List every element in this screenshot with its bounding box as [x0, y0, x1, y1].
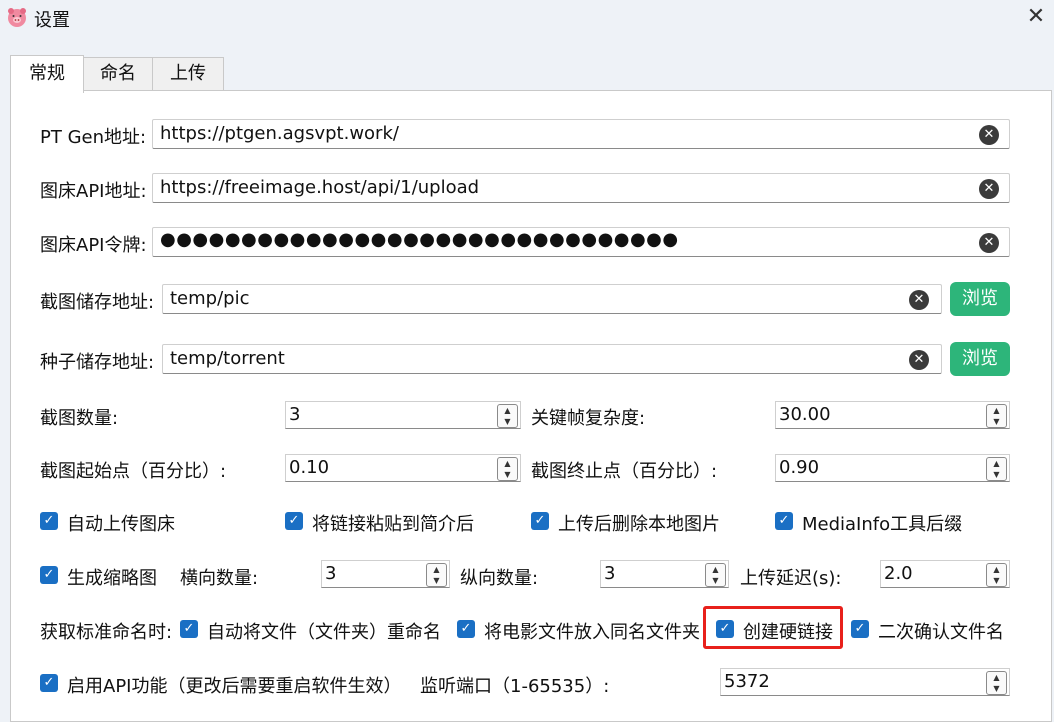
thumbnail-label: 生成缩略图 [67, 568, 157, 589]
delete-local-label: 上传后删除本地图片 [558, 514, 720, 535]
mediainfo-checkbox[interactable]: ✓ [775, 512, 793, 530]
clear-icon[interactable]: ✕ [979, 125, 999, 145]
enable-api-checkbox[interactable]: ✓ [40, 674, 58, 692]
spin-arrows: ▲ ▼ [426, 563, 447, 587]
screenshot-path-value: temp/pic [170, 288, 250, 309]
spin-down-icon[interactable]: ▼ [498, 416, 517, 427]
end-point-label: 截图终止点（百分比）: [531, 461, 718, 482]
confirm-name-checkbox[interactable]: ✓ [851, 620, 869, 638]
spin-arrows: ▲ ▼ [705, 563, 726, 587]
spin-down-icon[interactable]: ▼ [987, 416, 1006, 427]
spin-up-icon[interactable]: ▲ [498, 405, 517, 416]
start-point-value: 0.10 [289, 457, 330, 478]
spin-arrows: ▲ ▼ [986, 404, 1007, 428]
auto-upload-checkbox[interactable]: ✓ [40, 512, 58, 530]
horizontal-count-spinbox[interactable]: 3 ▲ ▼ [321, 560, 450, 588]
spin-down-icon[interactable]: ▼ [706, 575, 725, 586]
title-bar: 设置 ✕ [0, 0, 1054, 38]
spin-down-icon[interactable]: ▼ [498, 469, 517, 480]
horizontal-count-label: 横向数量: [180, 568, 259, 589]
screenshot-path-input[interactable]: temp/pic ✕ [162, 284, 942, 314]
auto-rename-label: 自动将文件（文件夹）重命名 [207, 622, 441, 643]
vertical-count-spinbox[interactable]: 3 ▲ ▼ [600, 560, 729, 588]
paste-link-label: 将链接粘贴到简介后 [312, 514, 474, 535]
spin-up-icon[interactable]: ▲ [706, 564, 725, 575]
confirm-name-label: 二次确认文件名 [878, 622, 1004, 643]
auto-upload-label: 自动上传图床 [67, 514, 175, 535]
spin-up-icon[interactable]: ▲ [987, 458, 1006, 469]
start-point-label: 截图起始点（百分比）: [40, 461, 227, 482]
spin-up-icon[interactable]: ▲ [427, 564, 446, 575]
ptgen-label: PT Gen地址: [40, 127, 147, 148]
clear-icon[interactable]: ✕ [909, 290, 929, 310]
thumbnail-checkbox[interactable]: ✓ [40, 566, 58, 584]
movie-folder-label: 将电影文件放入同名文件夹 [484, 622, 700, 643]
clear-icon[interactable]: ✕ [979, 233, 999, 253]
screenshot-count-value: 3 [289, 404, 301, 425]
vertical-count-label: 纵向数量: [460, 568, 539, 589]
torrent-path-input[interactable]: temp/torrent ✕ [162, 344, 942, 374]
listen-port-label: 监听端口（1-65535）: [420, 676, 610, 697]
highlight-box [703, 606, 843, 649]
torrent-path-value: temp/torrent [170, 348, 285, 369]
end-point-spinbox[interactable]: 0.90 ▲ ▼ [775, 454, 1010, 482]
ptgen-input[interactable]: https://ptgen.agsvpt.work/ ✕ [152, 119, 1010, 149]
spin-up-icon[interactable]: ▲ [987, 405, 1006, 416]
listen-port-spinbox[interactable]: 5372 ▲ ▼ [720, 668, 1010, 696]
tab-naming[interactable]: 命名 [82, 57, 154, 91]
upload-delay-value: 2.0 [884, 563, 913, 584]
tab-general[interactable]: 常规 [10, 55, 84, 93]
clear-icon[interactable]: ✕ [909, 350, 929, 370]
auto-rename-checkbox[interactable]: ✓ [180, 620, 198, 638]
enable-api-label: 启用API功能（更改后需要重启软件生效） [67, 676, 402, 697]
screenshot-count-spinbox[interactable]: 3 ▲ ▼ [285, 401, 521, 429]
screenshot-count-label: 截图数量: [40, 408, 119, 429]
paste-link-checkbox[interactable]: ✓ [285, 512, 303, 530]
horizontal-count-value: 3 [325, 563, 337, 584]
mediainfo-label: MediaInfo工具后缀 [802, 514, 963, 535]
vertical-count-value: 3 [604, 563, 616, 584]
spin-down-icon[interactable]: ▼ [987, 469, 1006, 480]
spin-up-icon[interactable]: ▲ [987, 672, 1006, 683]
browse-torrent-button[interactable]: 浏览 [950, 342, 1010, 376]
imghost-api-value: https://freeimage.host/api/1/upload [160, 177, 480, 198]
end-point-value: 0.90 [779, 457, 820, 478]
spin-down-icon[interactable]: ▼ [987, 575, 1006, 586]
listen-port-value: 5372 [724, 671, 770, 692]
keyframe-complexity-label: 关键帧复杂度: [531, 408, 646, 429]
browse-screenshot-button[interactable]: 浏览 [950, 282, 1010, 316]
spin-down-icon[interactable]: ▼ [987, 683, 1006, 694]
imghost-token-input[interactable]: ●●●●●●●●●●●●●●●●●●●●●●●●●●●●●●●● ✕ [152, 227, 1010, 257]
keyframe-complexity-spinbox[interactable]: 30.00 ▲ ▼ [775, 401, 1010, 429]
spin-up-icon[interactable]: ▲ [987, 564, 1006, 575]
movie-folder-checkbox[interactable]: ✓ [457, 620, 475, 638]
window-title: 设置 [34, 10, 70, 31]
token-masked-value: ●●●●●●●●●●●●●●●●●●●●●●●●●●●●●●●● [160, 229, 679, 250]
clear-icon[interactable]: ✕ [979, 179, 999, 199]
spin-down-icon[interactable]: ▼ [427, 575, 446, 586]
upload-delay-spinbox[interactable]: 2.0 ▲ ▼ [880, 560, 1010, 588]
spin-up-icon[interactable]: ▲ [498, 458, 517, 469]
torrent-path-label: 种子储存地址: [40, 352, 155, 373]
imghost-api-label: 图床API地址: [40, 181, 147, 202]
ptgen-value: https://ptgen.agsvpt.work/ [160, 123, 399, 144]
upload-delay-label: 上传延迟(s): [740, 568, 842, 589]
tab-upload[interactable]: 上传 [152, 57, 224, 91]
delete-local-checkbox[interactable]: ✓ [531, 512, 549, 530]
spin-arrows: ▲ ▼ [497, 404, 518, 428]
imghost-api-input[interactable]: https://freeimage.host/api/1/upload ✕ [152, 173, 1010, 203]
spin-arrows: ▲ ▼ [986, 563, 1007, 587]
pig-icon [8, 8, 26, 27]
close-icon[interactable]: ✕ [1022, 4, 1050, 30]
start-point-spinbox[interactable]: 0.10 ▲ ▼ [285, 454, 521, 482]
keyframe-complexity-value: 30.00 [779, 404, 831, 425]
naming-label: 获取标准命名时: [40, 622, 173, 643]
screenshot-path-label: 截图储存地址: [40, 292, 155, 313]
spin-arrows: ▲ ▼ [986, 457, 1007, 481]
imghost-token-label: 图床API令牌: [40, 235, 147, 256]
spin-arrows: ▲ ▼ [986, 671, 1007, 695]
spin-arrows: ▲ ▼ [497, 457, 518, 481]
